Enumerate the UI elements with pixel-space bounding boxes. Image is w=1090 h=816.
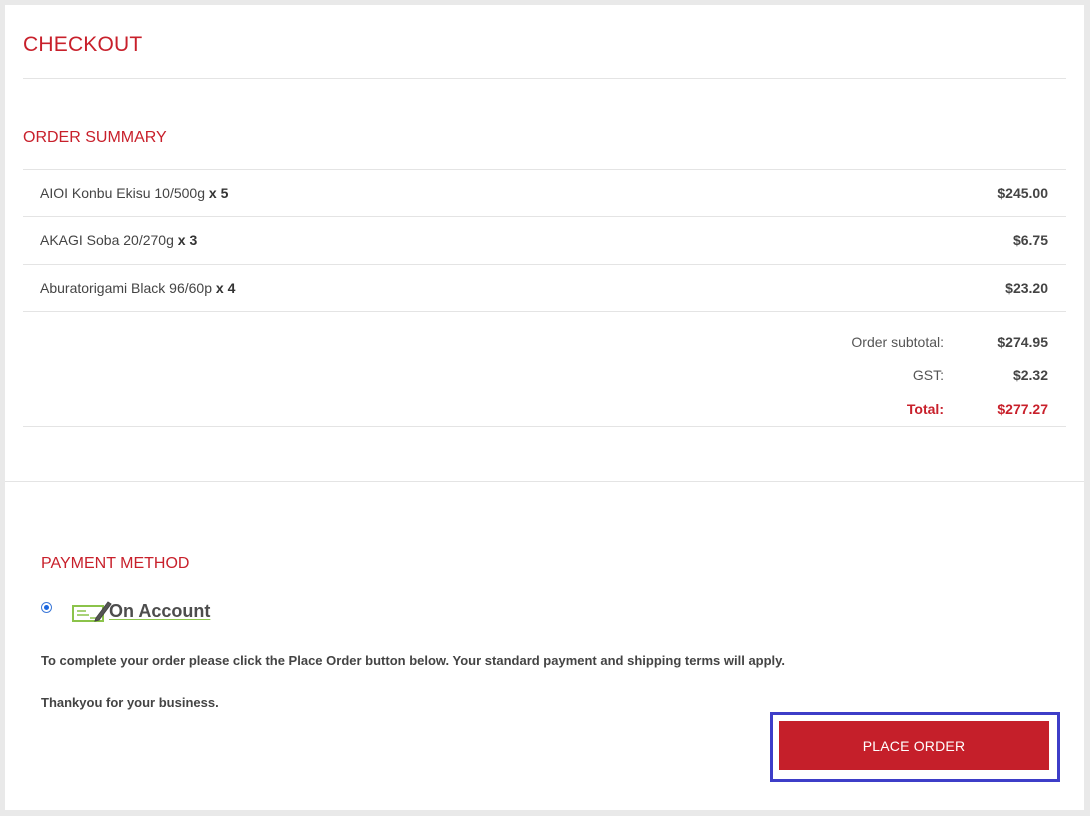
order-item-qty: x 5 <box>208 185 229 201</box>
page-title: CHECKOUT <box>23 33 143 56</box>
order-item-qty: x 3 <box>177 232 198 248</box>
order-item-qty: x 4 <box>215 280 236 296</box>
subtotal-label: Order subtotal: <box>851 334 944 350</box>
on-account-logo[interactable]: On Account <box>72 595 220 625</box>
payment-instructions: To complete your order please click the … <box>41 653 786 668</box>
checkout-panel: CHECKOUT ORDER SUMMARY AIOI Konbu Ekisu … <box>5 5 1084 810</box>
on-account-label: On Account <box>109 601 211 621</box>
order-summary-title: ORDER SUMMARY <box>23 129 167 146</box>
order-item: Aburatorigami Black 96/60p x 4 $23.20 <box>23 264 1066 312</box>
divider <box>23 311 1066 312</box>
order-item-name: AIOI Konbu Ekisu 10/500g x 5 <box>40 185 229 201</box>
order-item-name: AKAGI Soba 20/270g x 3 <box>40 232 198 248</box>
section-divider <box>5 481 1084 482</box>
divider <box>23 426 1066 427</box>
order-item-price: $23.20 <box>1005 280 1048 296</box>
gst-label: GST: <box>912 367 944 383</box>
on-account-radio[interactable] <box>41 602 52 613</box>
total-label: Total: <box>906 401 944 417</box>
order-item-price: $6.75 <box>1012 232 1048 248</box>
divider <box>23 78 1066 79</box>
thank-you-note: Thankyou for your business. <box>41 695 219 710</box>
order-item: AKAGI Soba 20/270g x 3 $6.75 <box>23 216 1066 264</box>
gst-value: $2.32 <box>1012 367 1048 383</box>
payment-method-title: PAYMENT METHOD <box>41 555 190 572</box>
total-value: $277.27 <box>997 401 1048 417</box>
order-item-price: $245.00 <box>997 185 1048 201</box>
order-item-name: Aburatorigami Black 96/60p x 4 <box>40 280 236 296</box>
place-order-button[interactable]: PLACE ORDER <box>779 721 1049 770</box>
subtotal-value: $274.95 <box>997 334 1048 350</box>
order-item: AIOI Konbu Ekisu 10/500g x 5 $245.00 <box>23 169 1066 217</box>
